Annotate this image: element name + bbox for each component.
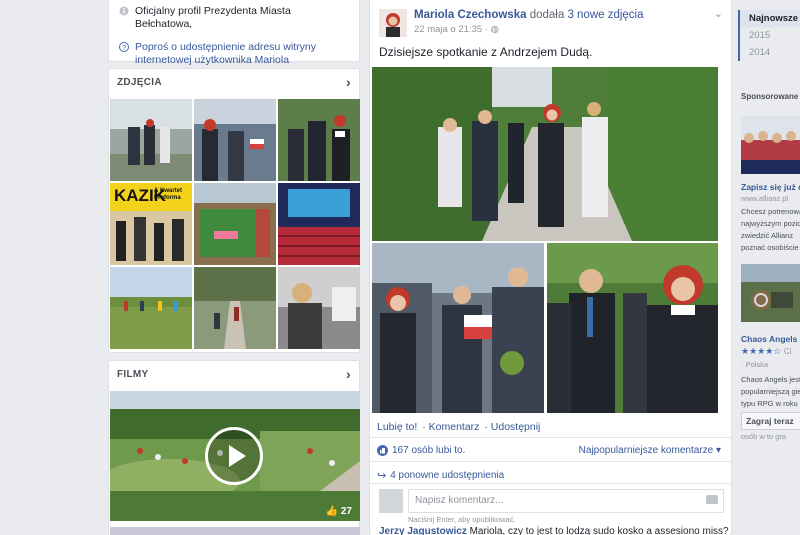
- post-options-chevron-icon[interactable]: ⌄: [714, 7, 723, 20]
- post-photo-right[interactable]: [547, 243, 718, 413]
- ad1-text-line: Chcesz potrenować: [741, 207, 800, 216]
- divider: [370, 461, 731, 462]
- films-header-label: FILMY: [117, 368, 149, 380]
- photo-thumb[interactable]: [110, 99, 192, 181]
- ad1-title[interactable]: Zapisz się już dziś: [741, 182, 800, 192]
- photo-thumb-poster[interactable]: KAZIK & Kwartet Proforma: [110, 183, 192, 265]
- author-avatar[interactable]: [379, 9, 407, 37]
- globe-icon: ◍: [490, 24, 499, 35]
- page-info-card: Oficjalny profil Prezydenta Miasta Bełch…: [108, 0, 360, 79]
- video-likes-count: 27: [340, 506, 352, 517]
- camera-icon[interactable]: [706, 495, 718, 504]
- comments-sort-label: Najpopularniejsze komentarze: [578, 445, 714, 456]
- comment-placeholder: Napisz komentarz...: [415, 495, 504, 506]
- post-actions: Lubię to! · Komentarz · Udostępnij: [377, 421, 541, 433]
- comment-hint: Naciśnij Enter, aby opublikować.: [408, 515, 516, 524]
- ad2-text-line: typu RPG w roku: [741, 399, 798, 408]
- ad2-rating-suffix: Ci: [783, 347, 792, 356]
- photos-card: ZDJĘCIA › KAZIK & Kwartet Proforma: [108, 68, 360, 353]
- likes-summary[interactable]: 167 osób lubi to.: [377, 445, 465, 456]
- play-now-button[interactable]: Zagraj teraz: [741, 412, 800, 430]
- svg-text:?: ?: [122, 45, 126, 52]
- photo-thumb[interactable]: [194, 267, 276, 349]
- ad1-text-line: poznać osobiście: [741, 243, 799, 252]
- post-action-prefix: dodała: [529, 9, 565, 21]
- like-icon: [377, 445, 388, 456]
- photos-header[interactable]: ZDJĘCIA ›: [109, 69, 359, 95]
- video-likes: 👍 27: [325, 506, 352, 517]
- photo-thumb[interactable]: [194, 99, 276, 181]
- author-name[interactable]: Mariola Czechowska: [414, 9, 526, 21]
- post-photo-main[interactable]: [372, 67, 718, 241]
- sponsored-header: Sponsorowane: [741, 92, 799, 101]
- like-link[interactable]: Lubię to!: [377, 421, 417, 433]
- viewer-avatar: [379, 489, 403, 513]
- year-filter: Najnowsze 2015 2014: [738, 10, 800, 61]
- video-thumbnail[interactable]: 👍 27: [110, 391, 360, 521]
- question-icon: ?: [119, 42, 129, 52]
- post-timestamp[interactable]: 22 maja o 21:35 ·: [414, 24, 488, 35]
- photo-thumb[interactable]: [278, 267, 360, 349]
- ad1-text-line: najwyższym poziomie: [741, 219, 800, 228]
- info-description-row: Oficjalny profil Prezydenta Miasta Bełch…: [119, 5, 349, 31]
- ad2-title[interactable]: Chaos Angels: [741, 334, 797, 344]
- films-card: FILMY › 👍 27: [108, 360, 360, 535]
- comment-link[interactable]: Komentarz: [429, 421, 480, 433]
- ad2-footer: osób w to gra: [741, 432, 787, 441]
- post-photo-left[interactable]: [372, 243, 544, 413]
- poster-subtitle: & Kwartet Proforma: [154, 188, 183, 201]
- play-icon[interactable]: [205, 427, 263, 485]
- chevron-right-icon[interactable]: ›: [346, 366, 351, 382]
- year-item-2015[interactable]: 2015: [740, 27, 800, 44]
- ad2-text-line: Chaos Angels jest: [741, 375, 800, 384]
- ad2-text-line: popularniejszą gier: [741, 387, 800, 396]
- post-card: Mariola Czechowska dodała 3 nowe zdjęcia…: [369, 0, 732, 535]
- ad-image-chaos-angels[interactable]: [741, 264, 800, 322]
- comment-input[interactable]: Napisz komentarz...: [408, 489, 724, 513]
- share-arrow-icon: ↪: [377, 470, 387, 482]
- photo-thumb[interactable]: [278, 183, 360, 265]
- likes-count-text[interactable]: 167 osób lubi to.: [392, 445, 465, 456]
- photo-thumb[interactable]: [110, 267, 192, 349]
- divider: [370, 437, 731, 438]
- chevron-right-icon[interactable]: ›: [346, 74, 351, 90]
- ad2-country: · Polska: [741, 360, 769, 369]
- photo-thumb[interactable]: [194, 183, 276, 265]
- post-action-link[interactable]: 3 nowe zdjęcia: [567, 9, 643, 21]
- post-text: Dzisiejsze spotkanie z Andrzejem Dudą.: [379, 45, 593, 59]
- next-comment-text: Mariola, czy to jest to lodzą sudo kosko…: [469, 526, 729, 535]
- right-column: Najnowsze 2015 2014 Sponsorowane Zapisz …: [738, 0, 800, 535]
- share-link[interactable]: Udostępnij: [491, 421, 541, 433]
- shares-summary[interactable]: ↪ 4 ponowne udostępnienia: [377, 469, 504, 482]
- next-comment-author[interactable]: Jerzy Jagustowicz: [379, 526, 467, 535]
- ad1-domain[interactable]: www.allianz.pl: [741, 194, 788, 203]
- photos-header-label: ZDJĘCIA: [117, 76, 162, 88]
- info-description: Oficjalny profil Prezydenta Miasta Bełch…: [135, 5, 291, 30]
- films-header[interactable]: FILMY ›: [109, 361, 359, 387]
- divider: [370, 483, 731, 484]
- post-header: Mariola Czechowska dodała 3 nowe zdjęcia: [414, 9, 644, 21]
- ad-image-allianz[interactable]: [741, 116, 800, 174]
- shares-count-text[interactable]: 4 ponowne udostępnienia: [390, 470, 504, 481]
- photo-thumb[interactable]: [278, 99, 360, 181]
- ad2-rating: ★★★★☆ Ci: [741, 346, 792, 356]
- video-thumbnail-2[interactable]: [110, 527, 360, 535]
- comments-sort[interactable]: Najpopularniejsze komentarze ▾: [579, 445, 721, 456]
- photo-grid: KAZIK & Kwartet Proforma: [110, 99, 360, 349]
- year-item-2014[interactable]: 2014: [740, 44, 800, 61]
- year-item-newest[interactable]: Najnowsze: [740, 10, 800, 27]
- next-comment: Jerzy Jagustowicz Mariola, czy to jest t…: [379, 526, 729, 535]
- ad1-text-line: zwiedzić Allianz: [741, 231, 794, 240]
- post-meta: 22 maja o 21:35 · ◍: [414, 24, 499, 35]
- info-icon: [119, 6, 129, 16]
- caret-down-icon: ▾: [715, 445, 721, 456]
